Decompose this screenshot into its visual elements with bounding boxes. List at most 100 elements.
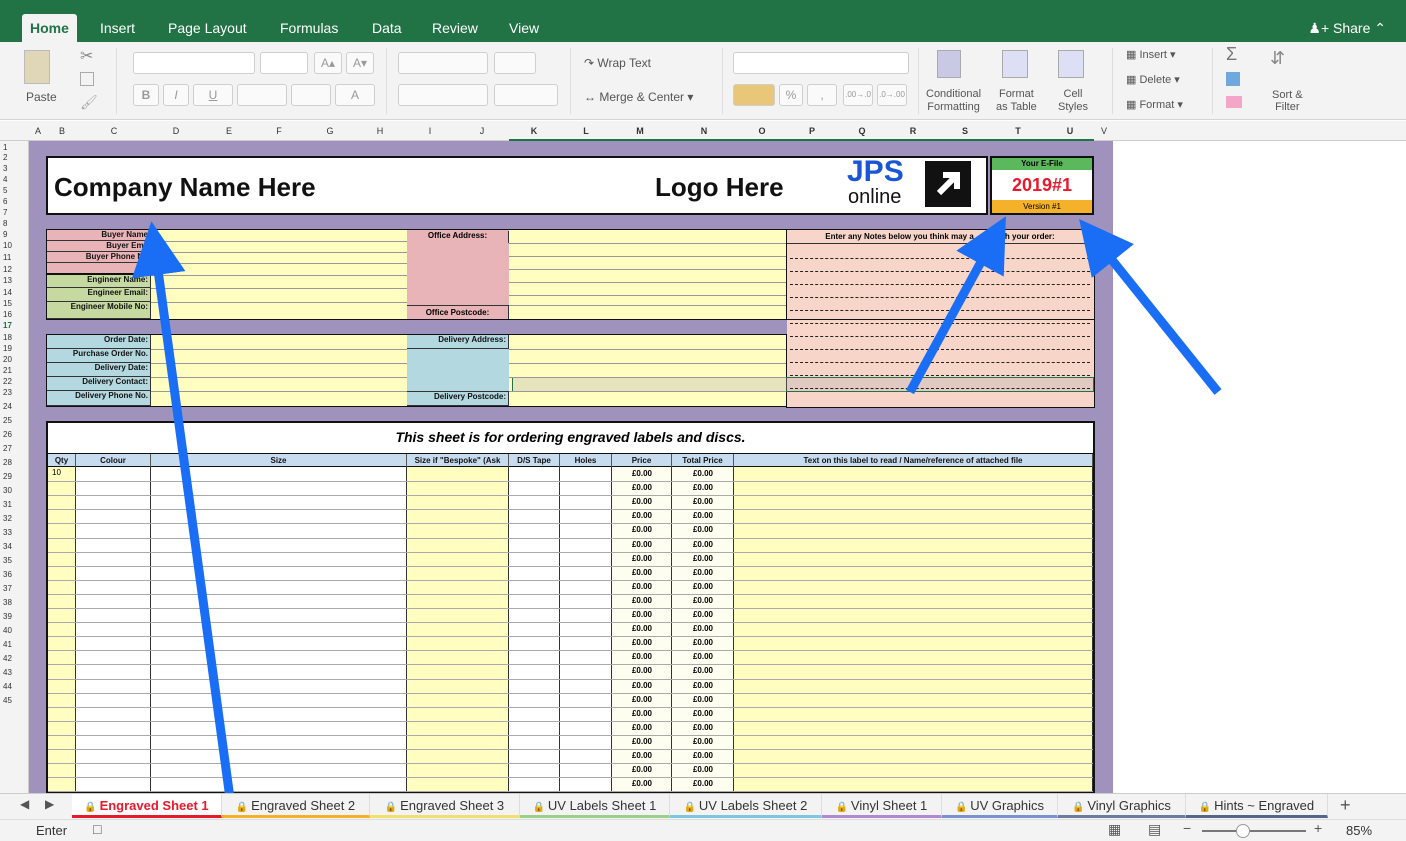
row-header-6[interactable]: 6 <box>0 197 28 206</box>
orientation-button[interactable] <box>494 52 536 74</box>
column-header-T[interactable]: T <box>1008 121 1028 141</box>
percent-button[interactable]: % <box>779 84 803 106</box>
decrease-decimal-button[interactable]: .0→.00 <box>877 84 907 106</box>
row-header-5[interactable]: 5 <box>0 186 28 195</box>
cell-styles-button[interactable]: Cell Styles <box>1058 88 1088 114</box>
add-sheet-button[interactable]: + <box>1340 795 1351 816</box>
column-header-H[interactable]: H <box>370 121 390 141</box>
row-header-31[interactable]: 31 <box>0 500 28 509</box>
row-header-37[interactable]: 37 <box>0 584 28 593</box>
tab-page-layout[interactable]: Page Layout <box>160 14 255 42</box>
column-header-B[interactable]: B <box>52 121 72 141</box>
fill-color-button[interactable] <box>291 84 331 106</box>
page-layout-view-icon[interactable]: ▤ <box>1148 821 1161 838</box>
row-header-2[interactable]: 2 <box>0 153 28 162</box>
row-header-10[interactable]: 10 <box>0 241 28 250</box>
paste-label[interactable]: Paste <box>26 90 57 104</box>
sheet-tab-8[interactable]: 🔒 Vinyl Graphics <box>1058 794 1186 818</box>
font-size-select[interactable] <box>260 52 308 74</box>
row-header-14[interactable]: 14 <box>0 288 28 297</box>
column-colour[interactable] <box>76 467 151 791</box>
row-header-27[interactable]: 27 <box>0 444 28 453</box>
row-header-42[interactable]: 42 <box>0 654 28 663</box>
tab-view[interactable]: View <box>501 14 547 42</box>
prev-sheet-icon[interactable]: ◀ <box>20 797 29 811</box>
column-header-V[interactable]: V <box>1094 121 1114 141</box>
column-header-R[interactable]: R <box>903 121 923 141</box>
decrease-font-button[interactable]: A▾ <box>346 52 374 74</box>
row-header-7[interactable]: 7 <box>0 208 28 217</box>
row-header-39[interactable]: 39 <box>0 612 28 621</box>
tab-data[interactable]: Data <box>364 14 410 42</box>
empty-sheet-area[interactable] <box>1113 141 1406 793</box>
row-header-23[interactable]: 23 <box>0 388 28 397</box>
increase-font-button[interactable]: A▴ <box>314 52 342 74</box>
row-header-12[interactable]: 12 <box>0 265 28 274</box>
format-as-table-icon[interactable] <box>1002 50 1028 78</box>
qty-value[interactable]: 10 <box>52 467 61 479</box>
format-as-table-button[interactable]: Format as Table <box>996 88 1037 114</box>
row-header-13[interactable]: 13 <box>0 276 28 285</box>
tab-formulas[interactable]: Formulas <box>272 14 346 42</box>
fill-icon[interactable] <box>1226 72 1240 86</box>
macro-record-icon[interactable]: □ <box>93 821 101 837</box>
conditional-formatting-button[interactable]: Conditional Formatting <box>926 88 981 114</box>
column-header-C[interactable]: C <box>104 121 124 141</box>
sort-filter-button[interactable]: Sort & Filter <box>1272 89 1303 113</box>
tab-insert[interactable]: Insert <box>92 14 143 42</box>
row-header-3[interactable]: 3 <box>0 164 28 173</box>
currency-button[interactable] <box>733 84 775 106</box>
column-header-I[interactable]: I <box>420 121 440 141</box>
italic-button[interactable]: I <box>163 84 189 106</box>
row-header-15[interactable]: 15 <box>0 299 28 308</box>
share-button[interactable]: ♟+ Share ⌃ <box>1308 14 1386 42</box>
format-painter-icon[interactable]: 🖌 <box>80 94 98 111</box>
column-ds-tape[interactable] <box>509 467 560 791</box>
column-header-Q[interactable]: Q <box>852 121 872 141</box>
row-header-21[interactable]: 21 <box>0 366 28 375</box>
row-header-25[interactable]: 25 <box>0 416 28 425</box>
row-header-43[interactable]: 43 <box>0 668 28 677</box>
indent-buttons[interactable] <box>494 84 558 106</box>
sheet-tab-5[interactable]: 🔒 UV Labels Sheet 2 <box>670 794 822 818</box>
row-header-18[interactable]: 18 <box>0 333 28 342</box>
column-header-K[interactable]: K <box>524 121 544 141</box>
sort-filter-icon[interactable]: ⇵ <box>1270 48 1285 69</box>
zoom-out-icon[interactable]: − <box>1183 820 1191 836</box>
zoom-slider-track[interactable] <box>1202 830 1306 832</box>
row-header-32[interactable]: 32 <box>0 514 28 523</box>
row-header-17[interactable]: 17 <box>0 321 28 330</box>
column-header-P[interactable]: P <box>802 121 822 141</box>
underline-button[interactable]: U <box>193 84 233 106</box>
zoom-in-icon[interactable]: + <box>1314 820 1322 836</box>
column-label-text[interactable] <box>734 467 1093 791</box>
row-header-9[interactable]: 9 <box>0 230 28 239</box>
insert-cells-button[interactable]: ▦ Insert ▾ <box>1126 48 1176 61</box>
font-name-select[interactable] <box>133 52 255 74</box>
column-header-O[interactable]: O <box>752 121 772 141</box>
sheet-tab-7[interactable]: 🔒 UV Graphics <box>942 794 1058 818</box>
row-header-44[interactable]: 44 <box>0 682 28 691</box>
row-header-36[interactable]: 36 <box>0 570 28 579</box>
row-header-30[interactable]: 30 <box>0 486 28 495</box>
column-header-M[interactable]: M <box>630 121 650 141</box>
row-header-38[interactable]: 38 <box>0 598 28 607</box>
zoom-slider-handle[interactable] <box>1236 824 1250 838</box>
merge-center-button[interactable]: ↔ Merge & Center ▾ <box>584 90 693 104</box>
borders-button[interactable] <box>237 84 287 106</box>
increase-decimal-button[interactable]: .00→.0 <box>843 84 873 106</box>
format-cells-button[interactable]: ▦ Format ▾ <box>1126 98 1183 111</box>
row-header-35[interactable]: 35 <box>0 556 28 565</box>
row-header-33[interactable]: 33 <box>0 528 28 537</box>
clear-icon[interactable] <box>1226 96 1242 108</box>
number-format-select[interactable] <box>733 52 909 74</box>
cell-styles-icon[interactable] <box>1058 50 1084 78</box>
row-header-20[interactable]: 20 <box>0 355 28 364</box>
bold-button[interactable]: B <box>133 84 159 106</box>
next-sheet-icon[interactable]: ▶ <box>45 797 54 811</box>
column-holes[interactable] <box>560 467 612 791</box>
column-header-N[interactable]: N <box>694 121 714 141</box>
copy-icon[interactable] <box>80 72 94 86</box>
sheet-tab-9[interactable]: 🔒 Hints ~ Engraved <box>1186 794 1328 818</box>
row-header-45[interactable]: 45 <box>0 696 28 705</box>
